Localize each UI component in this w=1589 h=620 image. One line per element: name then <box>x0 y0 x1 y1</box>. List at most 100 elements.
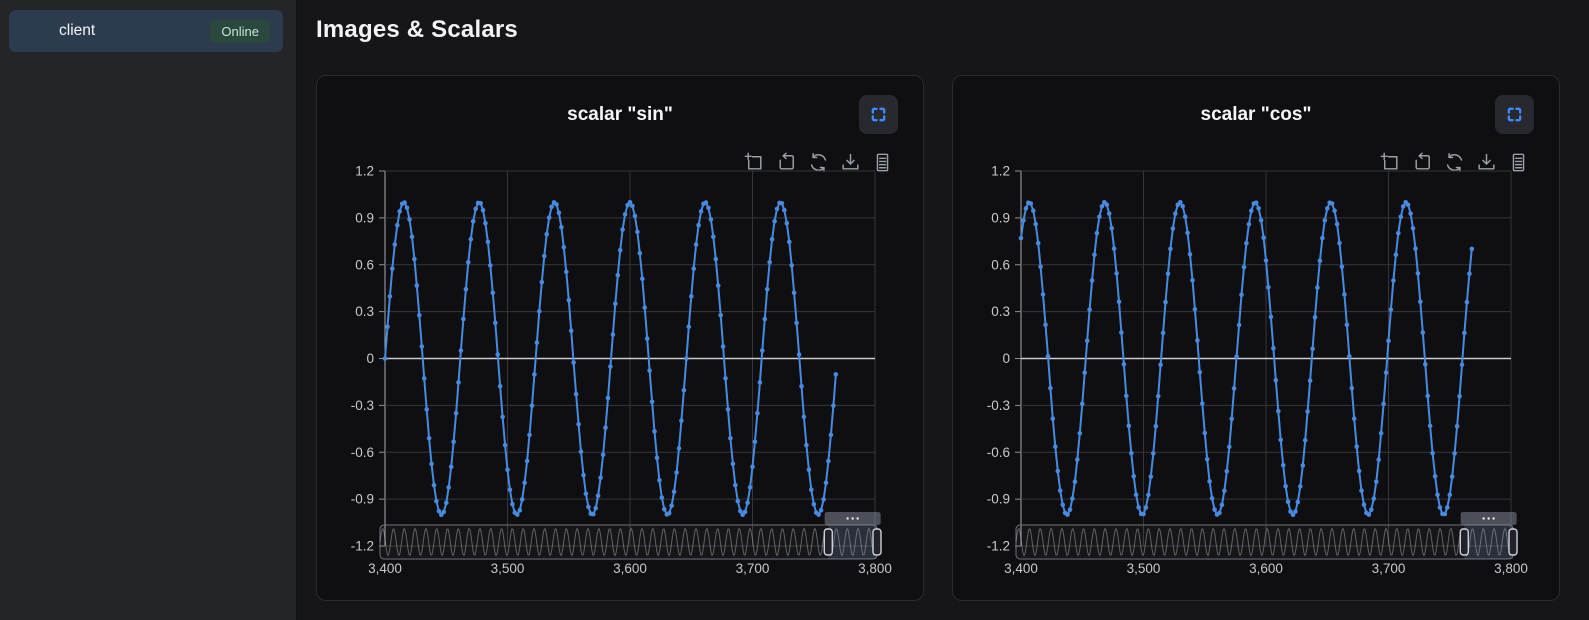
datazoom-window[interactable] <box>828 525 877 559</box>
chart-card: scalar "cos" <box>952 75 1560 601</box>
data-point <box>672 490 677 495</box>
data-point <box>1021 218 1026 223</box>
data-point <box>782 208 787 213</box>
move-handle-dot <box>1492 517 1494 519</box>
data-point <box>432 483 437 488</box>
y-tick-label: 1.2 <box>991 164 1010 179</box>
data-point <box>1232 386 1237 391</box>
data-point <box>1367 512 1372 517</box>
data-point <box>689 294 694 299</box>
data-point <box>1374 479 1379 484</box>
data-point <box>1200 401 1205 406</box>
datazoom-handle[interactable] <box>1509 529 1517 555</box>
data-point <box>1335 222 1340 227</box>
data-point <box>1212 507 1217 512</box>
data-point <box>1411 226 1416 231</box>
data-point <box>1154 424 1159 429</box>
fullscreen-button[interactable] <box>859 95 898 134</box>
data-point <box>802 415 807 420</box>
data-point <box>554 202 559 207</box>
data-point <box>772 219 777 224</box>
data-point <box>1166 271 1171 276</box>
data-point <box>564 270 569 275</box>
data-point <box>809 487 814 492</box>
data-point <box>461 317 466 322</box>
data-point <box>780 201 785 206</box>
data-point <box>618 248 623 253</box>
data-point <box>1323 218 1328 223</box>
y-tick-label: 0.6 <box>991 257 1010 272</box>
data-point <box>789 263 794 268</box>
data-point <box>1082 370 1087 375</box>
data-point <box>1421 330 1426 335</box>
chart-cards-row: scalar "sin" <box>316 75 1560 601</box>
data-point <box>1460 362 1465 367</box>
data-point <box>1019 236 1024 241</box>
data-point <box>584 492 589 497</box>
data-point <box>1029 201 1034 206</box>
data-point <box>1122 362 1127 367</box>
data-point <box>743 510 748 515</box>
data-point <box>1430 451 1435 456</box>
data-point <box>1310 346 1315 351</box>
chart-canvas[interactable]: 1.20.90.60.30-0.3-0.6-0.9-1.23,4003,5003… <box>317 156 925 602</box>
data-point <box>1207 479 1212 484</box>
data-point <box>1124 394 1129 399</box>
data-point <box>635 230 640 235</box>
data-point <box>1448 493 1453 498</box>
data-point <box>1046 354 1051 359</box>
data-point <box>547 215 552 220</box>
x-tick-label: 3,800 <box>858 561 892 576</box>
data-point <box>699 209 704 214</box>
data-point <box>736 499 741 504</box>
data-point <box>763 317 768 322</box>
data-point <box>1386 339 1391 344</box>
datazoom-handle[interactable] <box>1460 529 1468 555</box>
data-point <box>395 223 400 228</box>
data-point <box>633 214 638 219</box>
data-point <box>1352 416 1357 421</box>
data-point <box>1315 285 1320 290</box>
data-point <box>682 388 687 393</box>
data-point <box>1254 200 1259 205</box>
move-handle-dot <box>856 517 858 519</box>
sidebar-item-client[interactable]: client Online <box>9 10 283 52</box>
data-point <box>826 459 831 464</box>
data-point <box>1384 370 1389 375</box>
data-point <box>562 245 567 250</box>
data-point <box>1470 247 1475 252</box>
data-point <box>1156 394 1161 399</box>
chart-card: scalar "sin" <box>316 75 924 601</box>
data-point <box>1408 211 1413 216</box>
data-point <box>1247 222 1252 227</box>
data-point <box>1465 300 1470 305</box>
data-point <box>785 221 790 226</box>
data-point <box>407 217 412 222</box>
y-tick-label: 0.9 <box>355 210 374 225</box>
fullscreen-button[interactable] <box>1495 95 1534 134</box>
move-handle-dot <box>851 517 853 519</box>
data-point <box>579 449 584 454</box>
y-tick-label: -0.6 <box>351 445 374 460</box>
data-point <box>483 221 488 226</box>
datazoom-handle[interactable] <box>873 529 881 555</box>
data-point <box>1256 206 1261 211</box>
data-point <box>684 356 689 361</box>
data-point <box>1058 488 1063 493</box>
data-point <box>733 483 738 488</box>
status-badge: Online <box>210 20 270 43</box>
data-point <box>1092 252 1097 257</box>
data-point <box>473 207 478 212</box>
chart-canvas[interactable]: 1.20.90.60.30-0.3-0.6-0.9-1.23,4003,5003… <box>953 156 1561 602</box>
datazoom-window[interactable] <box>1464 525 1513 559</box>
data-point <box>1112 246 1117 251</box>
data-point <box>1090 278 1095 283</box>
data-point <box>557 211 562 216</box>
data-point <box>824 481 829 486</box>
datazoom-handle[interactable] <box>824 529 832 555</box>
data-point <box>1305 409 1310 414</box>
chart-title: scalar "sin" <box>317 104 923 126</box>
data-point <box>1296 500 1301 505</box>
data-point <box>1141 512 1146 517</box>
data-point <box>397 209 402 214</box>
